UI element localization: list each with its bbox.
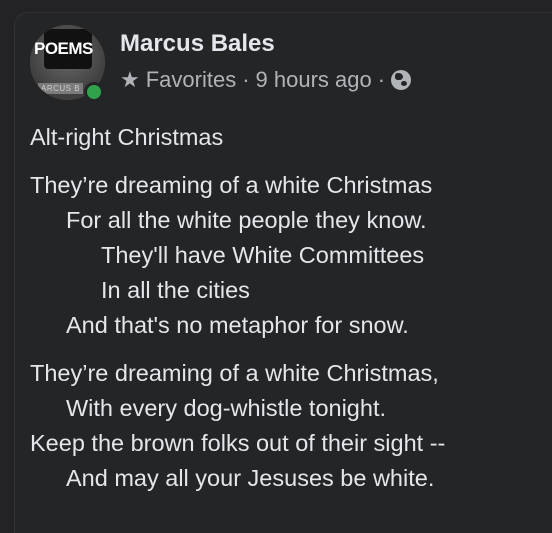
avatar-subtitle: ARCUS B xyxy=(38,83,84,94)
poem-title: Alt-right Christmas xyxy=(30,124,224,150)
post-time[interactable]: 9 hours ago xyxy=(256,67,372,93)
group-link[interactable]: Favorites xyxy=(146,67,236,93)
poem-line: They’re dreaming of a white Christmas, xyxy=(30,360,439,386)
poem-line: They'll have White Committees xyxy=(101,242,425,268)
poem-line: And may all your Jesuses be white. xyxy=(66,465,435,491)
meta-separator: · xyxy=(377,67,386,92)
star-icon: ★ xyxy=(120,67,140,92)
online-dot-icon xyxy=(84,82,104,102)
poem-line: For all the white people they know. xyxy=(66,207,427,233)
poem-line: In all the cities xyxy=(101,277,250,303)
meta-separator: · xyxy=(242,67,250,92)
avatar-title: POEMS xyxy=(34,39,93,58)
poem-line: With every dog-whistle tonight. xyxy=(66,395,387,421)
post-meta: ★ Favorites · 9 hours ago · xyxy=(120,67,412,93)
globe-icon[interactable] xyxy=(391,70,412,90)
poem-line: They’re dreaming of a white Christmas xyxy=(30,172,433,198)
poem-line: Keep the brown folks out of their sight … xyxy=(30,430,446,456)
poem-line: And that's no metaphor for snow. xyxy=(66,312,409,338)
author-name[interactable]: Marcus Bales xyxy=(120,30,275,58)
